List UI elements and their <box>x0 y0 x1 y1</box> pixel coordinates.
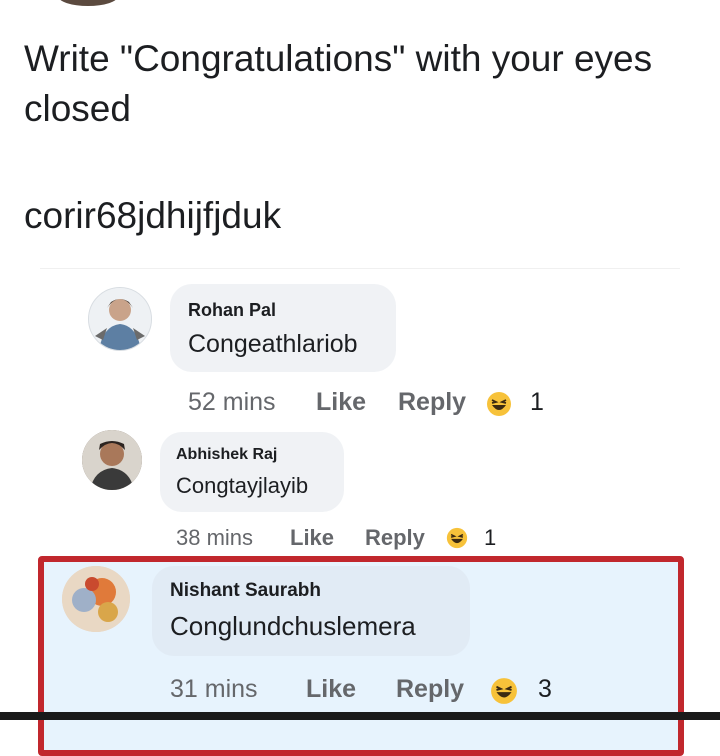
poster-avatar <box>58 0 118 6</box>
avatar-image <box>82 430 142 490</box>
avatar[interactable] <box>88 287 152 351</box>
like-button[interactable]: Like <box>290 525 334 551</box>
like-button[interactable]: Like <box>316 388 366 417</box>
reaction-count[interactable]: 1 <box>530 388 544 417</box>
avatar[interactable] <box>62 566 130 632</box>
like-button[interactable]: Like <box>306 675 356 704</box>
reply-button[interactable]: Reply <box>365 525 425 551</box>
avatar[interactable] <box>82 430 142 490</box>
comment-time[interactable]: 52 mins <box>188 388 276 417</box>
haha-icon[interactable] <box>490 677 518 712</box>
comment-time[interactable]: 31 mins <box>170 675 258 704</box>
reply-button[interactable]: Reply <box>396 675 464 704</box>
comment-author[interactable]: Abhishek Raj <box>176 446 277 464</box>
bottom-edge-bar <box>0 712 720 720</box>
reaction-count[interactable]: 1 <box>484 525 496 551</box>
comment-text: Congeathlariob <box>188 330 358 358</box>
haha-icon[interactable] <box>486 391 512 424</box>
comment-time[interactable]: 38 mins <box>176 525 253 551</box>
post-body-text: corir68jdhijfjduk <box>24 195 282 236</box>
post-title: Write "Congratulations" with your eyes c… <box>24 38 653 129</box>
reaction-count[interactable]: 3 <box>538 675 552 704</box>
haha-icon[interactable] <box>446 527 468 555</box>
comment-text: Congtayjlayib <box>176 473 309 498</box>
comment-author[interactable]: Nishant Saurabh <box>170 580 321 602</box>
avatar-image <box>62 566 130 632</box>
comment-bubble <box>160 432 344 512</box>
reply-button[interactable]: Reply <box>398 388 466 417</box>
comments-divider <box>40 268 680 269</box>
avatar-image <box>89 288 151 350</box>
comment-author[interactable]: Rohan Pal <box>188 300 276 321</box>
comment-text: Conglundchuslemera <box>170 611 416 641</box>
